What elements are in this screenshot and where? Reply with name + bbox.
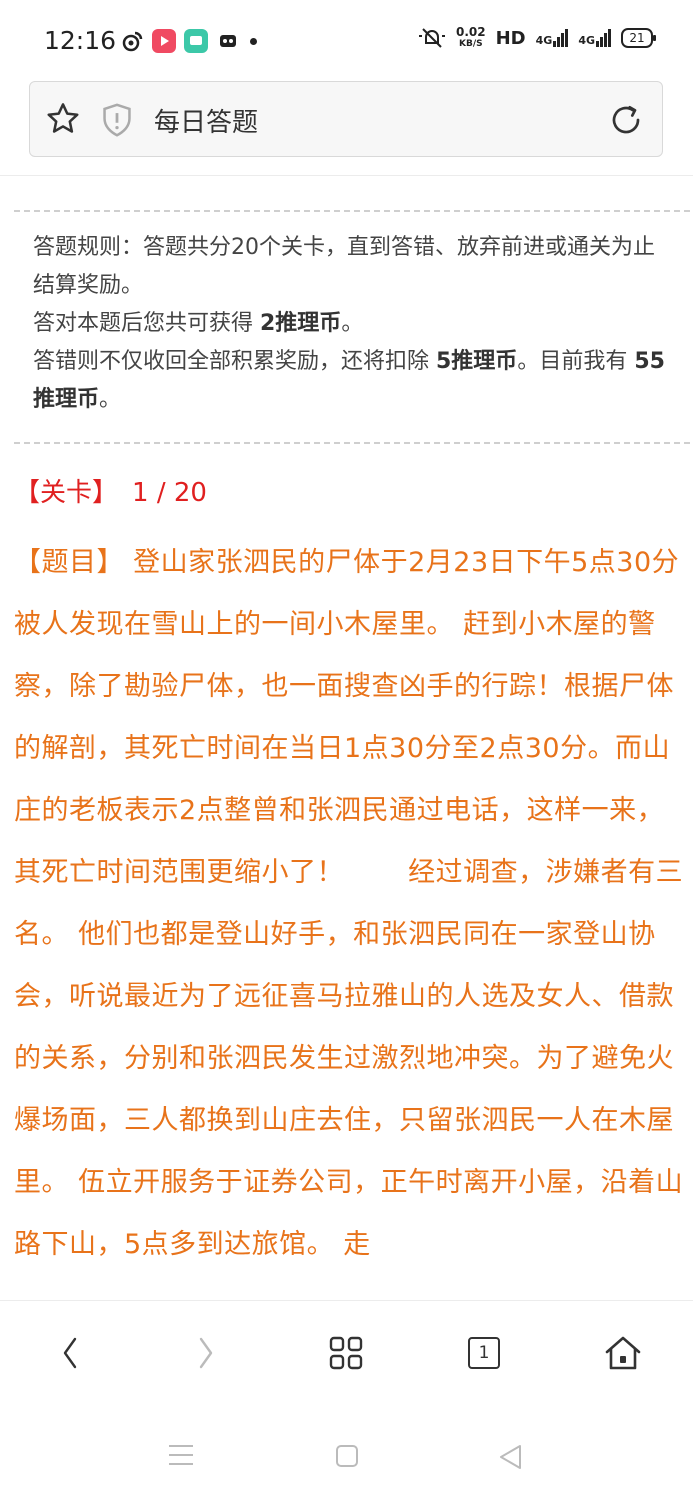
status-bar: 12:16 0.02 KB/S HD 4G 4G 21 (0, 0, 693, 80)
triangle-back-icon (500, 1445, 521, 1469)
rules-line-3-prefix: 答错则不仅收回全部积累奖励，还将扣除 (33, 349, 436, 374)
question-label: 【题目】 (14, 547, 124, 578)
signal-1-label: 4G (535, 34, 553, 47)
penalty-amount: 5推理币 (436, 349, 518, 374)
back-nav-button[interactable] (498, 1444, 522, 1474)
forward-button[interactable] (186, 1333, 226, 1373)
back-button[interactable] (50, 1333, 90, 1373)
chevron-right-icon (199, 1337, 213, 1369)
status-time: 12:16 (44, 26, 117, 55)
header-divider (0, 175, 693, 176)
more-notifications-dot (250, 37, 257, 45)
browser-toolbar: 1 (0, 1300, 693, 1411)
reload-icon[interactable] (608, 102, 644, 142)
video-app-icon (152, 29, 176, 53)
rules-bottom-divider (14, 442, 690, 444)
message-app-icon (184, 29, 208, 53)
rules-line-2-suffix: 。 (341, 311, 364, 336)
tabs-button[interactable]: 1 (464, 1333, 504, 1373)
signal-2-label: 4G (578, 34, 595, 47)
network-speed-unit: KB/S (459, 39, 483, 49)
menu-lines-icon (169, 1445, 193, 1465)
recent-apps-button[interactable] (168, 1444, 194, 1470)
status-indicators: 0.02 KB/S HD 4G 4G 21 (418, 26, 656, 50)
battery-indicator: 21 (621, 28, 656, 48)
rules-line-3: 答错则不仅收回全部积累奖励，还将扣除 5推理币。目前我有 55推理币。 (33, 343, 673, 419)
level-label: 【关卡】 (14, 478, 119, 508)
rules-top-divider (14, 210, 690, 212)
level-value: 1 / 20 (132, 478, 207, 508)
rules-line-3-suffix: 。 (99, 387, 122, 412)
robot-icon (220, 35, 236, 47)
security-shield-icon[interactable] (100, 102, 134, 142)
home-nav-button[interactable] (335, 1444, 359, 1472)
bookmark-star-icon[interactable] (44, 100, 82, 142)
system-navigation-bar (0, 1410, 693, 1500)
rules-line-2: 答对本题后您共可获得 2推理币。 (33, 305, 673, 343)
rules-line-2-prefix: 答对本题后您共可获得 (33, 311, 260, 336)
mute-bell-icon (419, 28, 445, 48)
home-button[interactable] (603, 1333, 643, 1373)
chevron-left-icon (63, 1337, 77, 1369)
signal-strength-1: 4G (536, 29, 569, 47)
quiz-rules: 答题规则：答题共分20个关卡，直到答错、放弃前进或通关为止结算奖励。 答对本题后… (33, 229, 673, 419)
rules-line-3-mid: 。目前我有 (517, 349, 635, 374)
address-bar[interactable]: 每日答题 (29, 81, 663, 157)
home-icon (605, 1336, 641, 1370)
page-title[interactable]: 每日答题 (154, 102, 258, 139)
level-indicator: 【关卡】 1 / 20 (14, 472, 207, 509)
grid-icon (329, 1336, 363, 1370)
question-text: 【题目】 登山家张泗民的尸体于2月23日下午5点30分被人发现在雪山上的一间小木… (14, 532, 684, 1276)
menu-grid-button[interactable] (326, 1333, 366, 1373)
weibo-icon (122, 31, 143, 52)
status-app-icons (120, 29, 257, 53)
rules-line-1: 答题规则：答题共分20个关卡，直到答错、放弃前进或通关为止结算奖励。 (33, 235, 655, 298)
question-body: 登山家张泗民的尸体于2月23日下午5点30分被人发现在雪山上的一间小木屋里。 赶… (14, 547, 684, 1260)
square-icon (336, 1445, 358, 1467)
network-speed-value: 0.02 (456, 25, 486, 39)
hd-label: HD (495, 27, 526, 49)
tab-count: 1 (468, 1337, 500, 1369)
reward-amount: 2推理币 (260, 311, 342, 336)
signal-strength-2: 4G (578, 29, 611, 47)
network-speed: 0.02 KB/S (456, 26, 486, 50)
